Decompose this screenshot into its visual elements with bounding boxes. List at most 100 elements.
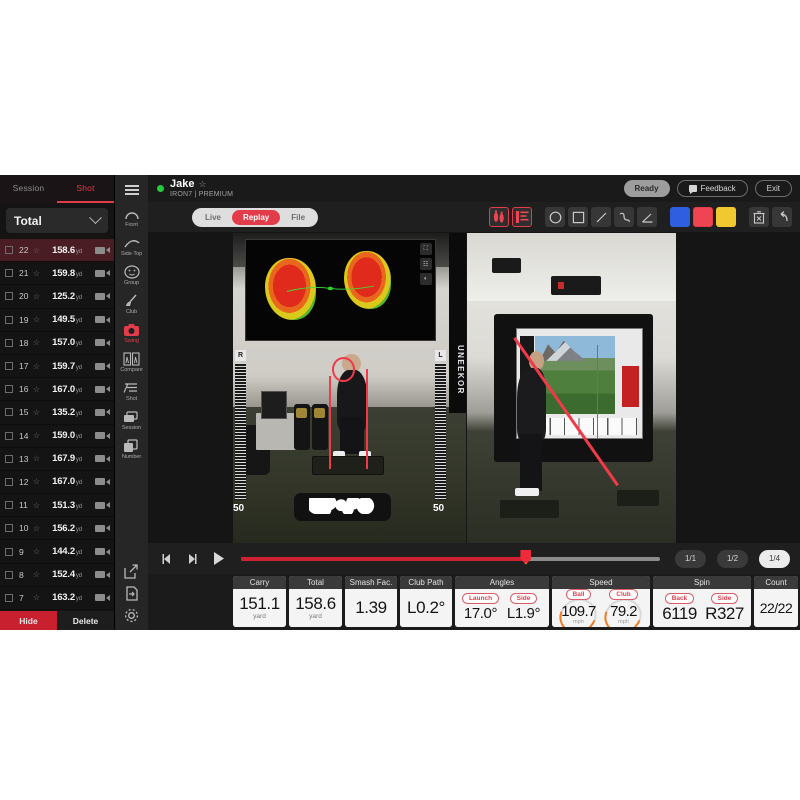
video-panel-front[interactable]: ⛶ ☷ ◐ UNEEKOR R 50 L 50 [233,233,466,543]
color-swatch-yellow[interactable] [716,207,736,227]
shot-list[interactable]: 22 ☆ 158.6yd 21 ☆ 159.8yd 20 ☆ 125.2yd 19 ☆ 149.5yd… [0,239,114,611]
mode-replay[interactable]: Replay [232,209,281,225]
video-camera-icon[interactable] [94,478,110,486]
shot-row[interactable]: 8 ☆ 152.4yd [0,564,114,587]
ready-button[interactable]: Ready [623,180,670,197]
hide-button[interactable]: Hide [0,611,57,630]
tab-shot[interactable]: Shot [57,175,114,203]
shot-row-checkbox[interactable] [5,524,13,533]
shot-row-checkbox[interactable] [5,246,13,255]
expand-window-icon[interactable]: ⛶ [419,243,432,256]
rail-item-compare[interactable]: Compare [115,348,148,376]
square-tool-icon[interactable] [568,207,588,227]
shot-row-checkbox[interactable] [5,269,13,278]
circle-tool-icon[interactable] [545,207,565,227]
step-backward-icon[interactable] [160,552,174,566]
rail-item-side-top[interactable]: Side·Top [115,232,148,260]
video-camera-icon[interactable] [94,269,110,277]
rail-item-group[interactable]: Group [115,261,148,289]
video-camera-icon[interactable] [94,246,110,254]
alignment-bars-icon[interactable] [512,207,532,227]
rail-item-shot[interactable]: Shot [115,377,148,405]
shot-row-checkbox[interactable] [5,315,13,324]
mode-live[interactable]: Live [194,210,232,225]
shot-row[interactable]: 11 ☆ 151.3yd [0,494,114,518]
feedback-button[interactable]: Feedback [676,180,748,197]
shot-row[interactable]: 10 ☆ 156.2yd [0,517,114,541]
shot-row[interactable]: 12 ☆ 167.0yd [0,471,114,495]
line-tool-icon[interactable] [591,207,611,227]
video-panel-side[interactable] [467,233,676,543]
video-camera-icon[interactable] [94,362,110,370]
shot-row-checkbox[interactable] [5,431,13,440]
playback-scrubber[interactable] [241,549,660,565]
video-camera-icon[interactable] [94,501,110,509]
delete-button[interactable]: Delete [57,611,114,630]
video-camera-icon[interactable] [94,594,110,602]
video-camera-icon[interactable] [94,292,110,300]
star-outline-icon[interactable]: ☆ [31,501,42,510]
shot-row[interactable]: 15 ☆ 135.2yd [0,401,114,425]
star-outline-icon[interactable]: ☆ [31,570,42,579]
shot-row-checkbox[interactable] [5,338,13,347]
tab-session[interactable]: Session [0,175,57,203]
color-swatch-red[interactable] [693,207,713,227]
rail-item-session[interactable]: Session [115,406,148,434]
video-camera-icon[interactable] [94,408,110,416]
rail-item-external-link[interactable] [115,561,148,582]
playback-handle[interactable] [520,549,532,565]
star-outline-icon[interactable]: ☆ [31,593,42,602]
video-camera-icon[interactable] [94,316,110,324]
shot-row-checkbox[interactable] [5,454,13,463]
shot-row-checkbox[interactable] [5,385,13,394]
footprint-stance-icon[interactable] [489,207,509,227]
star-outline-icon[interactable]: ☆ [31,477,42,486]
star-outline-icon[interactable]: ☆ [31,246,42,255]
video-camera-icon[interactable] [94,339,110,347]
undo-arrow-icon[interactable] [772,207,792,227]
video-camera-icon[interactable] [94,385,110,393]
star-outline-icon[interactable]: ☆ [31,385,42,394]
star-outline-icon[interactable]: ☆ [31,524,42,533]
total-filter-dropdown[interactable]: Total [6,208,108,233]
shot-row[interactable]: 21 ☆ 159.8yd [0,262,114,286]
shot-row[interactable]: 22 ☆ 158.6yd [0,239,114,263]
shot-row[interactable]: 16 ☆ 167.0yd [0,378,114,402]
rail-item-front[interactable]: Front [115,203,148,231]
grid-view-icon[interactable]: ☷ [419,258,432,271]
rail-item-settings[interactable] [115,605,148,626]
video-camera-icon[interactable] [94,548,110,556]
rail-item-club[interactable]: Club [115,290,148,318]
shot-row[interactable]: 20 ☆ 125.2yd [0,285,114,309]
color-swatch-blue[interactable] [670,207,690,227]
shot-row-checkbox[interactable] [5,501,13,510]
star-outline-icon[interactable]: ☆ [31,408,42,417]
star-outline-icon[interactable]: ☆ [31,315,42,324]
shot-row[interactable]: 14 ☆ 159.0yd [0,425,114,448]
shot-row-checkbox[interactable] [5,547,13,556]
rail-item-number[interactable]: Number [115,435,148,463]
speed-1-2-button[interactable]: 1/2 [717,549,748,568]
star-outline-icon[interactable]: ☆ [31,292,42,301]
shot-row[interactable]: 9 ☆ 144.2yd [0,540,114,564]
exit-button[interactable]: Exit [754,180,792,197]
star-outline-icon[interactable]: ☆ [31,431,42,440]
shot-row-checkbox[interactable] [5,570,13,579]
angle-tool-icon[interactable] [637,207,657,227]
star-outline-icon[interactable]: ☆ [31,362,42,371]
speed-1-4-button[interactable]: 1/4 [759,549,790,568]
star-outline-icon[interactable]: ☆ [31,454,42,463]
star-outline-icon[interactable]: ☆ [31,269,42,278]
shot-row[interactable]: 17 ☆ 159.7yd [0,355,114,379]
shot-row[interactable]: 7 ☆ 163.2yd [0,587,114,610]
shot-row-checkbox[interactable] [5,292,13,301]
mode-file[interactable]: File [280,210,316,225]
freehand-tool-icon[interactable] [614,207,634,227]
star-outline-icon[interactable]: ☆ [31,547,42,556]
play-icon[interactable] [210,551,226,567]
shot-row[interactable]: 18 ☆ 157.0yd [0,332,114,355]
shot-row[interactable]: 19 ☆ 149.5yd [0,309,114,332]
video-camera-icon[interactable] [94,524,110,532]
pressure-heatmap-overlay[interactable]: ⛶ ☷ ◐ [244,239,436,342]
rail-item-swing[interactable]: Swing [115,319,148,347]
